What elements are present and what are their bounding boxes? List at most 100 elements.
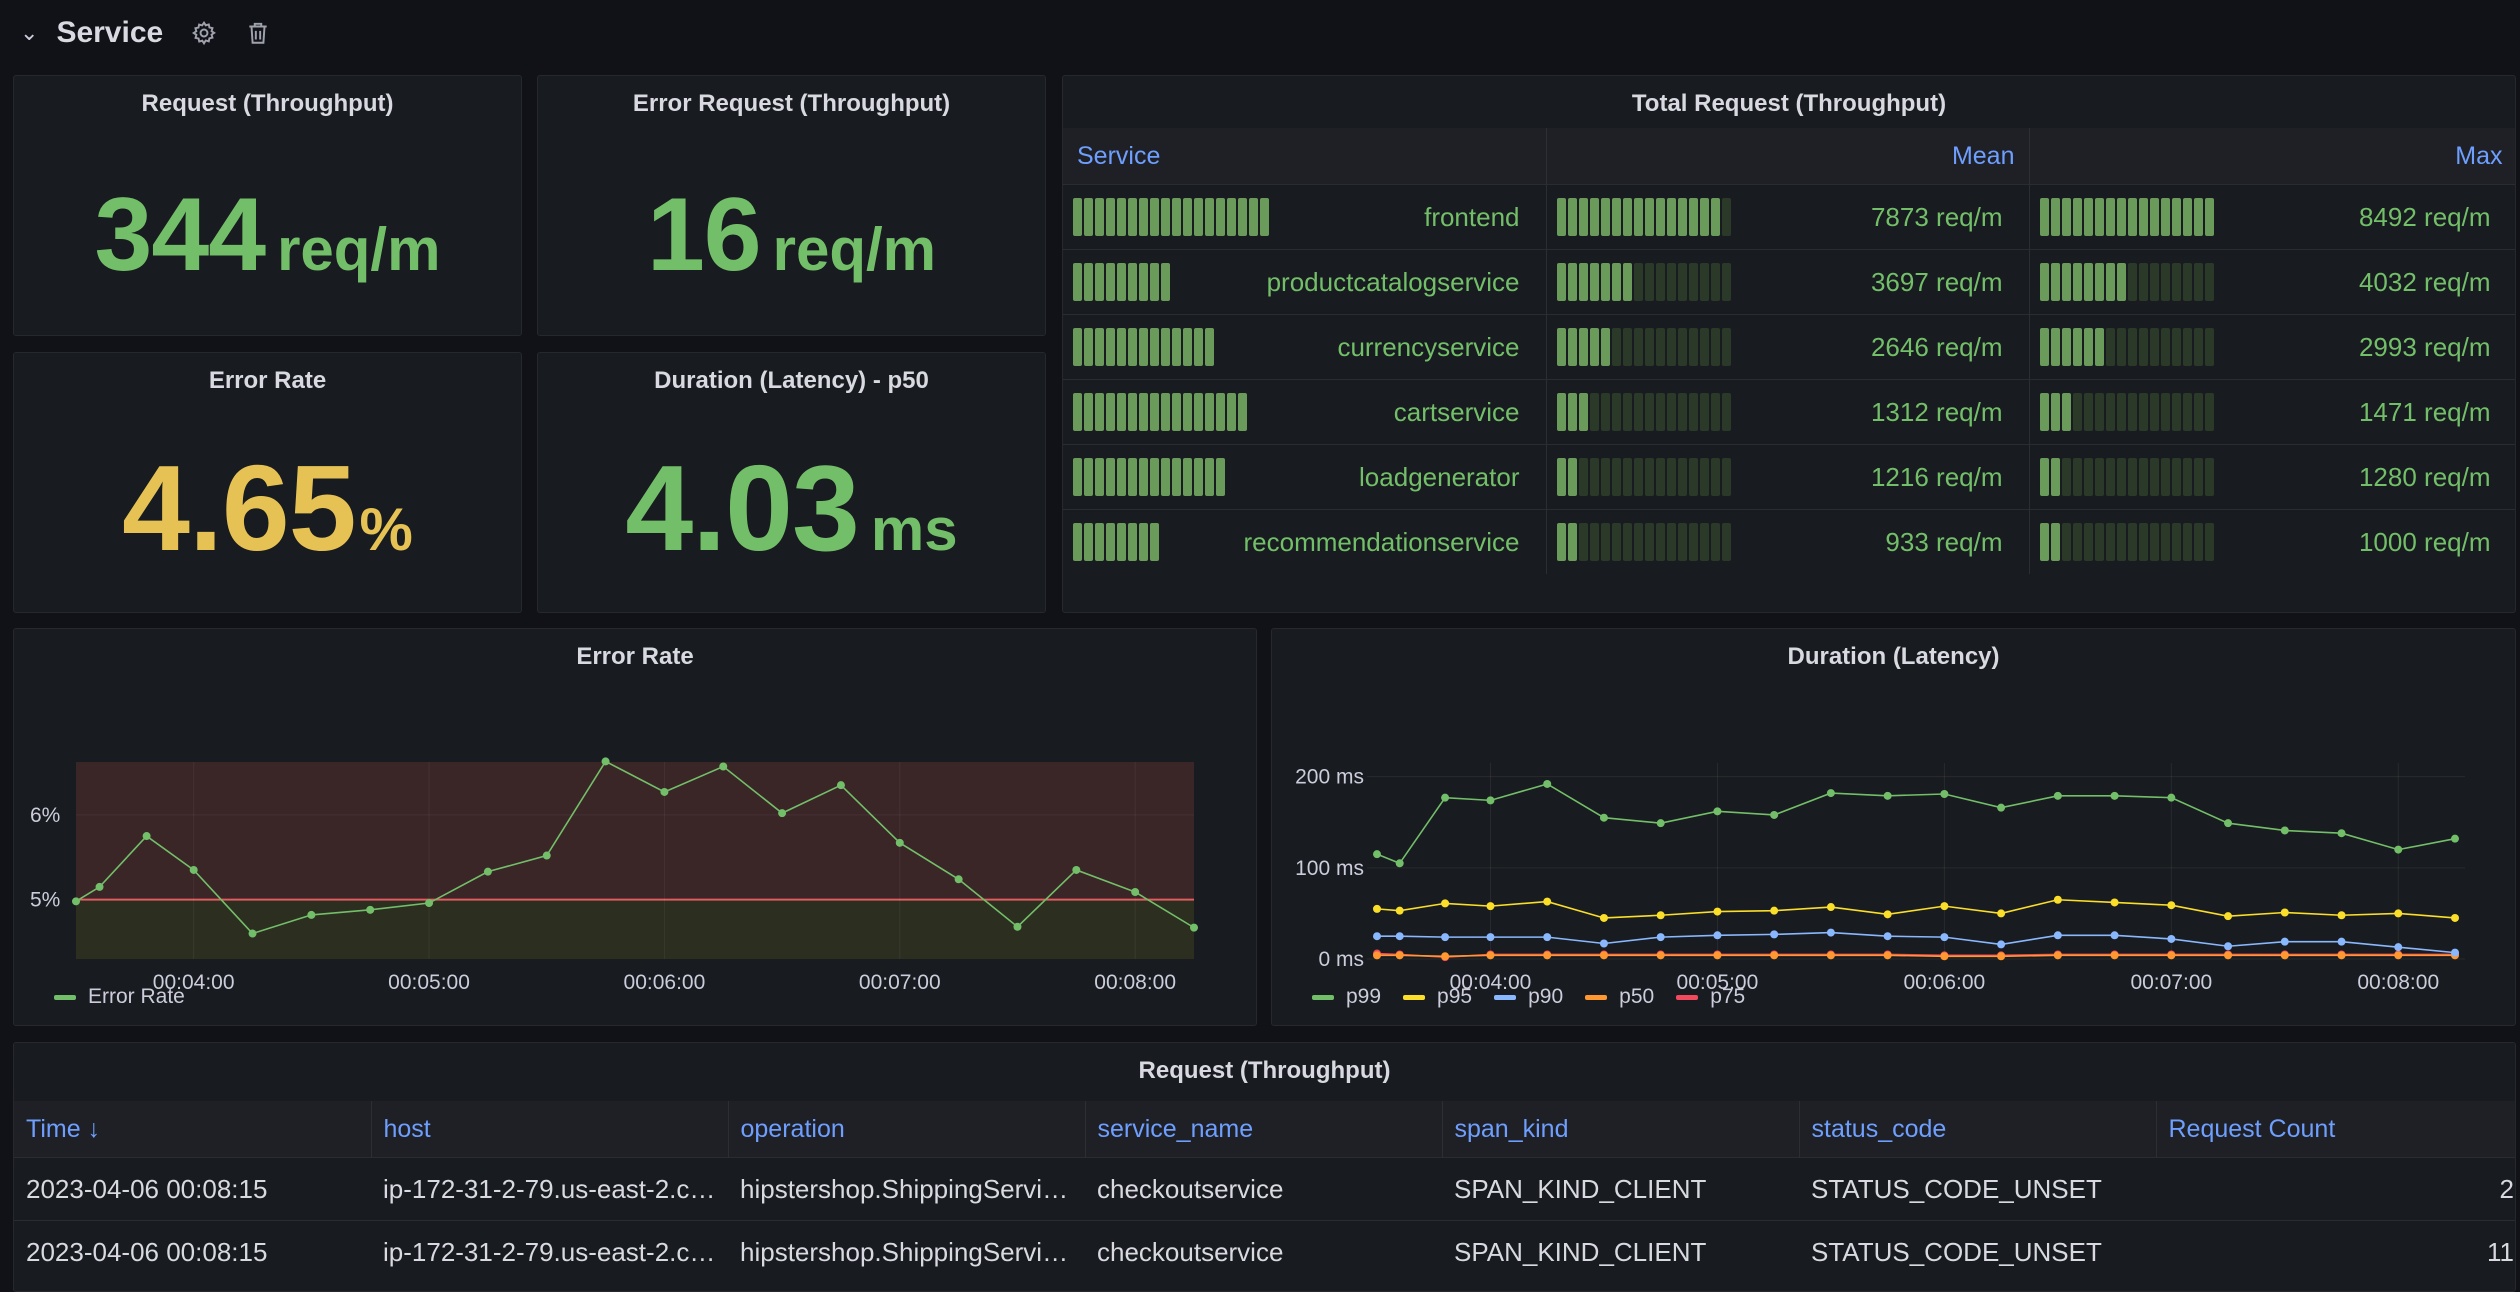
legend-label: Error Rate (88, 985, 185, 1008)
table-row[interactable]: 2023-04-06 00:08:15 ip-172-31-2-79.us-eas… (14, 1220, 2515, 1283)
trash-icon[interactable] (245, 20, 271, 46)
legend-item[interactable]: p75 (1676, 985, 1745, 1009)
legend-item[interactable]: p50 (1585, 985, 1654, 1009)
gauge-segment (2171, 263, 2181, 301)
data-point (954, 875, 963, 884)
gauge-segment (1633, 458, 1643, 496)
gauge-segment (1172, 198, 1181, 236)
error-rate-chart[interactable]: 00:04:00 00:05:00 00:06:00 00:07:00 00:08:00… (14, 689, 1257, 989)
legend-item[interactable]: p95 (1403, 985, 1472, 1009)
gauge-segment (1106, 393, 1115, 431)
table-row[interactable]: frontend 7873 req/m 8492 req/m (1063, 184, 2515, 250)
legend-label: p99 (1346, 985, 1382, 1008)
gauge-segment (2039, 198, 2049, 236)
bar-gauge: 8492 req/m (2039, 185, 2507, 249)
table-cell: hipstershop.ShippingService/GetQuote (728, 1157, 1085, 1221)
error-rate-chart-panel[interactable]: Error Rate 00:04:00 00:05:00 00:06:00 00:07… (13, 628, 1257, 1026)
gauge-bar (1556, 393, 1731, 431)
data-point (1131, 888, 1140, 897)
column-header-status-code[interactable]: status_code (1799, 1101, 2157, 1158)
gauge-segment (2061, 523, 2071, 561)
total-request-panel[interactable]: Total Request (Throughput) Service Mean … (1062, 75, 2516, 613)
gauge-bar (1556, 198, 1731, 236)
latency-chart[interactable]: 00:04:00 00:05:00 00:06:00 00:07:00 00:08:00… (1272, 689, 2516, 989)
gauge-segment (2127, 458, 2137, 496)
gauge-segment (2127, 263, 2137, 301)
legend-item[interactable]: p90 (1494, 985, 1563, 1009)
table-row[interactable]: recommendationservice 933 req/m 1000 req/m (1063, 509, 2515, 574)
column-header-service-name[interactable]: service_name (1085, 1101, 1443, 1158)
column-header-mean[interactable]: Mean (1546, 128, 2030, 185)
data-point (1543, 897, 1552, 906)
gear-icon[interactable] (191, 20, 217, 46)
data-point (1997, 909, 2006, 918)
request-table-panel[interactable]: Request (Throughput) Time ↓ host operation… (13, 1042, 2516, 1292)
data-point (1997, 940, 2006, 949)
data-point (2451, 948, 2459, 957)
gauge-segment (1567, 198, 1577, 236)
bar-gauge: 1280 req/m (2039, 445, 2507, 509)
threshold-zone-red (76, 762, 1194, 900)
stat-panel-latency-p50[interactable]: Duration (Latency) - p50 4.03 ms (537, 352, 1046, 613)
gauge-segment (1721, 458, 1731, 496)
gauge-segment (2050, 458, 2060, 496)
legend-item[interactable]: Error Rate (54, 985, 185, 1009)
data-point (1441, 952, 1450, 961)
legend-item[interactable]: p99 (1312, 985, 1381, 1009)
stat-value: 344 req/m (14, 176, 521, 295)
data-point (1770, 951, 1779, 960)
latency-chart-panel[interactable]: Duration (Latency) 00:04:00 00:05:00 00:06… (1271, 628, 2516, 1026)
series-line-p50 (1377, 954, 2455, 958)
stat-unit: req/m (772, 216, 937, 283)
gauge-segment (1106, 523, 1115, 561)
data-point (1599, 913, 1608, 922)
data-point (1599, 951, 1608, 960)
column-header-time[interactable]: Time ↓ (14, 1101, 372, 1158)
gauge-segment (2083, 328, 2093, 366)
gauge-bar (2039, 458, 2214, 496)
gauge-segment (1095, 523, 1104, 561)
column-header-max[interactable]: Max (2029, 128, 2515, 185)
bar-gauge: currencyservice (1073, 315, 1536, 379)
gauge-segment (1622, 328, 1632, 366)
column-header-request-count[interactable]: Request Count (2156, 1101, 2515, 1158)
column-header-service[interactable]: Service (1063, 128, 1547, 185)
data-point (2337, 829, 2346, 838)
data-point (1543, 933, 1552, 942)
gauge-segment (1106, 328, 1115, 366)
stat-panel-throughput[interactable]: Request (Throughput) 344 req/m (13, 75, 522, 336)
collapse-chevron-icon[interactable]: ⌄ (20, 20, 38, 46)
data-point (1395, 859, 1404, 868)
table-cell: STATUS_CODE_UNSET (1799, 1157, 2156, 1221)
gauge-segment (1578, 198, 1588, 236)
table-row[interactable]: currencyservice 2646 req/m 2993 req/m (1063, 314, 2515, 380)
data-point (1543, 951, 1552, 960)
gauge-segment (2171, 393, 2181, 431)
stat-panel-error-rate[interactable]: Error Rate 4.65% (13, 352, 522, 613)
gauge-segment (2127, 523, 2137, 561)
gauge-segment (1688, 458, 1698, 496)
gauge-segment (1567, 328, 1577, 366)
column-header-span-kind[interactable]: span_kind (1442, 1101, 1800, 1158)
stat-panel-error-requests[interactable]: Error Request (Throughput) 16 req/m (537, 75, 1046, 336)
row-title[interactable]: Service (56, 16, 163, 50)
data-point (2167, 951, 2176, 960)
column-header-host[interactable]: host (371, 1101, 729, 1158)
gauge-segment (1710, 393, 1720, 431)
gauge-segment (1600, 263, 1610, 301)
column-header-operation[interactable]: operation (728, 1101, 1086, 1158)
stat-number: 16 (646, 177, 762, 293)
threshold-zone-base (76, 899, 1194, 959)
table-row[interactable]: productcatalogservice 3697 req/m 4032 req/… (1063, 249, 2515, 315)
data-point (2280, 951, 2289, 960)
table-row[interactable]: loadgenerator 1216 req/m 1280 req/m (1063, 444, 2515, 510)
y-tick-label: 100 ms (1295, 857, 1364, 880)
gauge-segment (1556, 393, 1566, 431)
gauge-segment (1139, 328, 1148, 366)
table-row[interactable]: 2023-04-06 00:08:15 ip-172-31-2-79.us-eas… (14, 1157, 2515, 1221)
table-row[interactable]: cartservice 1312 req/m 1471 req/m (1063, 379, 2515, 445)
gauge-segment (1677, 328, 1687, 366)
gauge-segment (2127, 393, 2137, 431)
stat-unit: % (359, 496, 413, 563)
gauge-segment (1139, 393, 1148, 431)
